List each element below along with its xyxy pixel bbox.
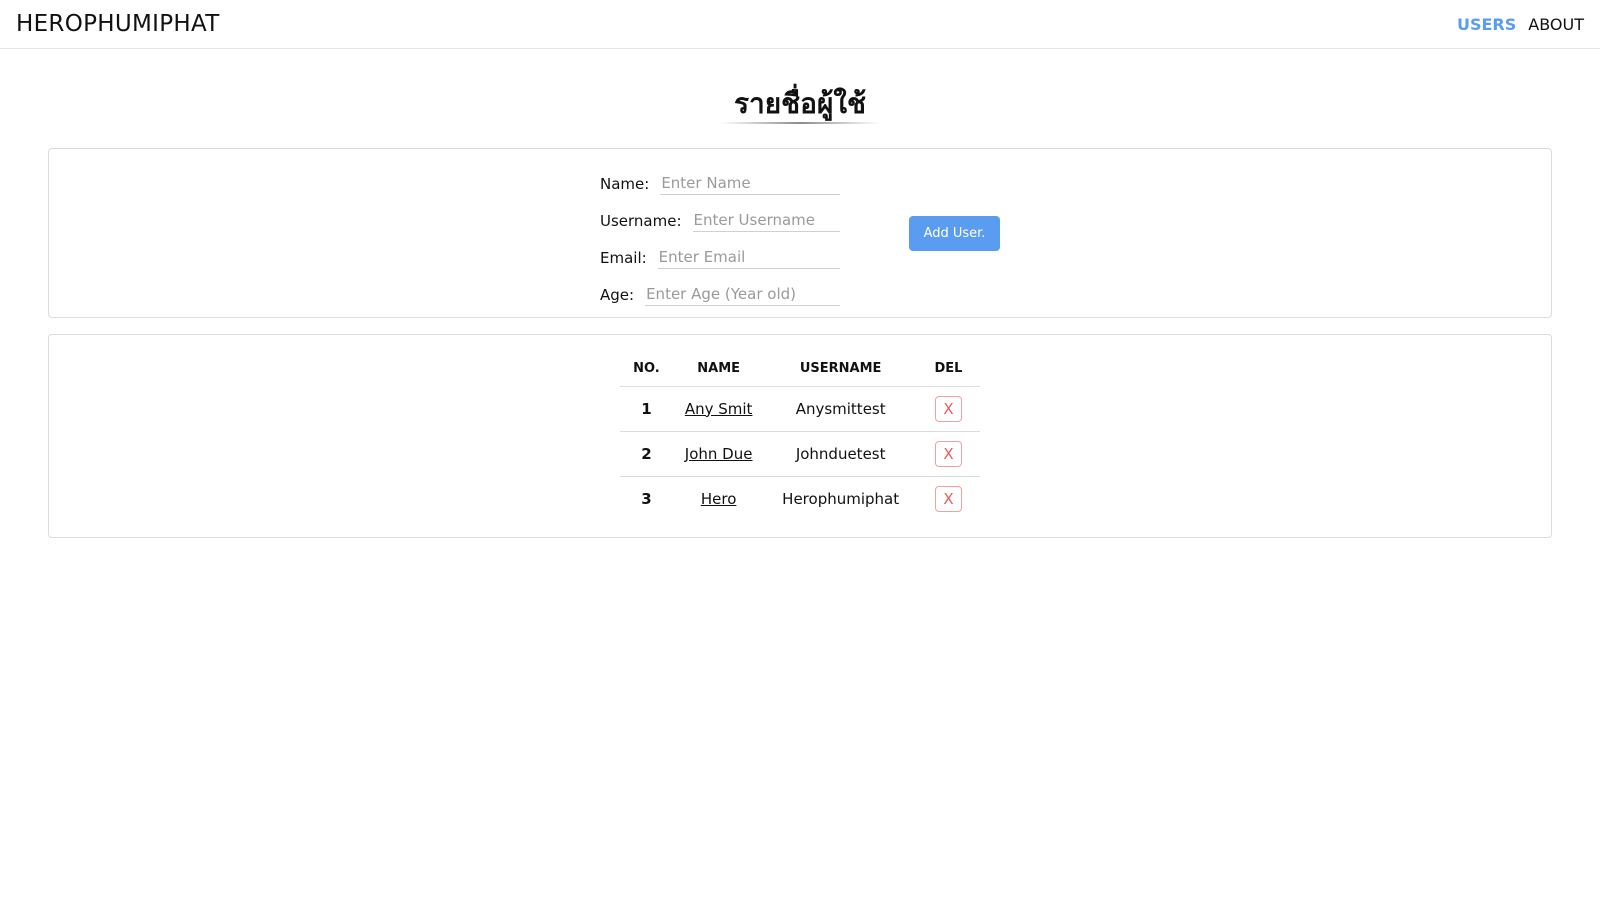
user-name-link[interactable]: Any Smit xyxy=(685,400,753,418)
add-user-button[interactable]: Add User. xyxy=(909,216,1000,251)
age-input[interactable] xyxy=(645,283,840,306)
delete-button[interactable]: X xyxy=(934,395,962,422)
table-header-row: NO. NAME USERNAME DEL xyxy=(620,352,980,387)
nav-link-about[interactable]: ABOUT xyxy=(1528,15,1584,34)
name-input[interactable] xyxy=(660,172,840,195)
del-cell: X xyxy=(916,386,980,432)
del-cell: X xyxy=(917,476,980,521)
username-label: Username: xyxy=(600,211,682,230)
delete-button[interactable]: X xyxy=(934,440,962,467)
table-row: 2 John Due Johnduetest X xyxy=(620,431,980,477)
user-name-link[interactable]: Hero xyxy=(701,490,737,508)
users-table-card: NO. NAME USERNAME DEL 1 Any Smit Anysmit… xyxy=(48,334,1552,538)
form-row-age: Age: xyxy=(600,276,840,313)
header-username: USERNAME xyxy=(764,352,917,387)
row-number: 1 xyxy=(620,386,673,432)
del-cell: X xyxy=(916,431,980,477)
username-cell: Herophumiphat xyxy=(782,489,900,508)
email-label: Email: xyxy=(600,248,647,267)
username-cell: Anysmittest xyxy=(764,386,917,432)
username-input[interactable] xyxy=(692,209,840,232)
brand-logo[interactable]: HEROPHUMIPHAT xyxy=(16,11,220,37)
form-row-username: Username: xyxy=(600,202,840,239)
name-label: Name: xyxy=(600,174,650,193)
row-number: 2 xyxy=(620,431,673,477)
table-row: 3 Hero Herophumiphat X xyxy=(620,476,980,521)
title-underline xyxy=(720,122,880,124)
form-row-name: Name: xyxy=(600,165,840,202)
name-cell: Any Smit xyxy=(672,386,765,432)
header-del: DEL xyxy=(916,352,980,387)
user-name-link[interactable]: John Due xyxy=(685,445,753,463)
add-user-form: Name: Username: Email: Age: xyxy=(600,165,840,313)
row-number: 3 xyxy=(641,489,652,508)
email-input[interactable] xyxy=(657,246,840,269)
nav-links: USERS ABOUT xyxy=(1457,15,1584,34)
age-label: Age: xyxy=(600,285,635,304)
nav-link-users[interactable]: USERS xyxy=(1457,15,1516,34)
table-row: 1 Any Smit Anysmittest X xyxy=(620,386,980,432)
header-no: NO. xyxy=(620,352,673,387)
name-cell: John Due xyxy=(672,431,765,477)
form-row-email: Email: xyxy=(600,239,840,276)
add-user-card: Name: Username: Email: Age: Add User. xyxy=(48,148,1552,318)
navbar: HEROPHUMIPHAT USERS ABOUT xyxy=(0,0,1600,49)
delete-button[interactable]: X xyxy=(934,485,962,512)
username-cell: Johnduetest xyxy=(764,431,917,477)
page-title: รายชื่อผู้ใช้ xyxy=(733,87,867,120)
name-cell: Hero xyxy=(673,476,765,521)
header-name: NAME xyxy=(672,352,765,387)
users-table: NO. NAME USERNAME DEL 1 Any Smit Anysmit… xyxy=(620,352,980,521)
